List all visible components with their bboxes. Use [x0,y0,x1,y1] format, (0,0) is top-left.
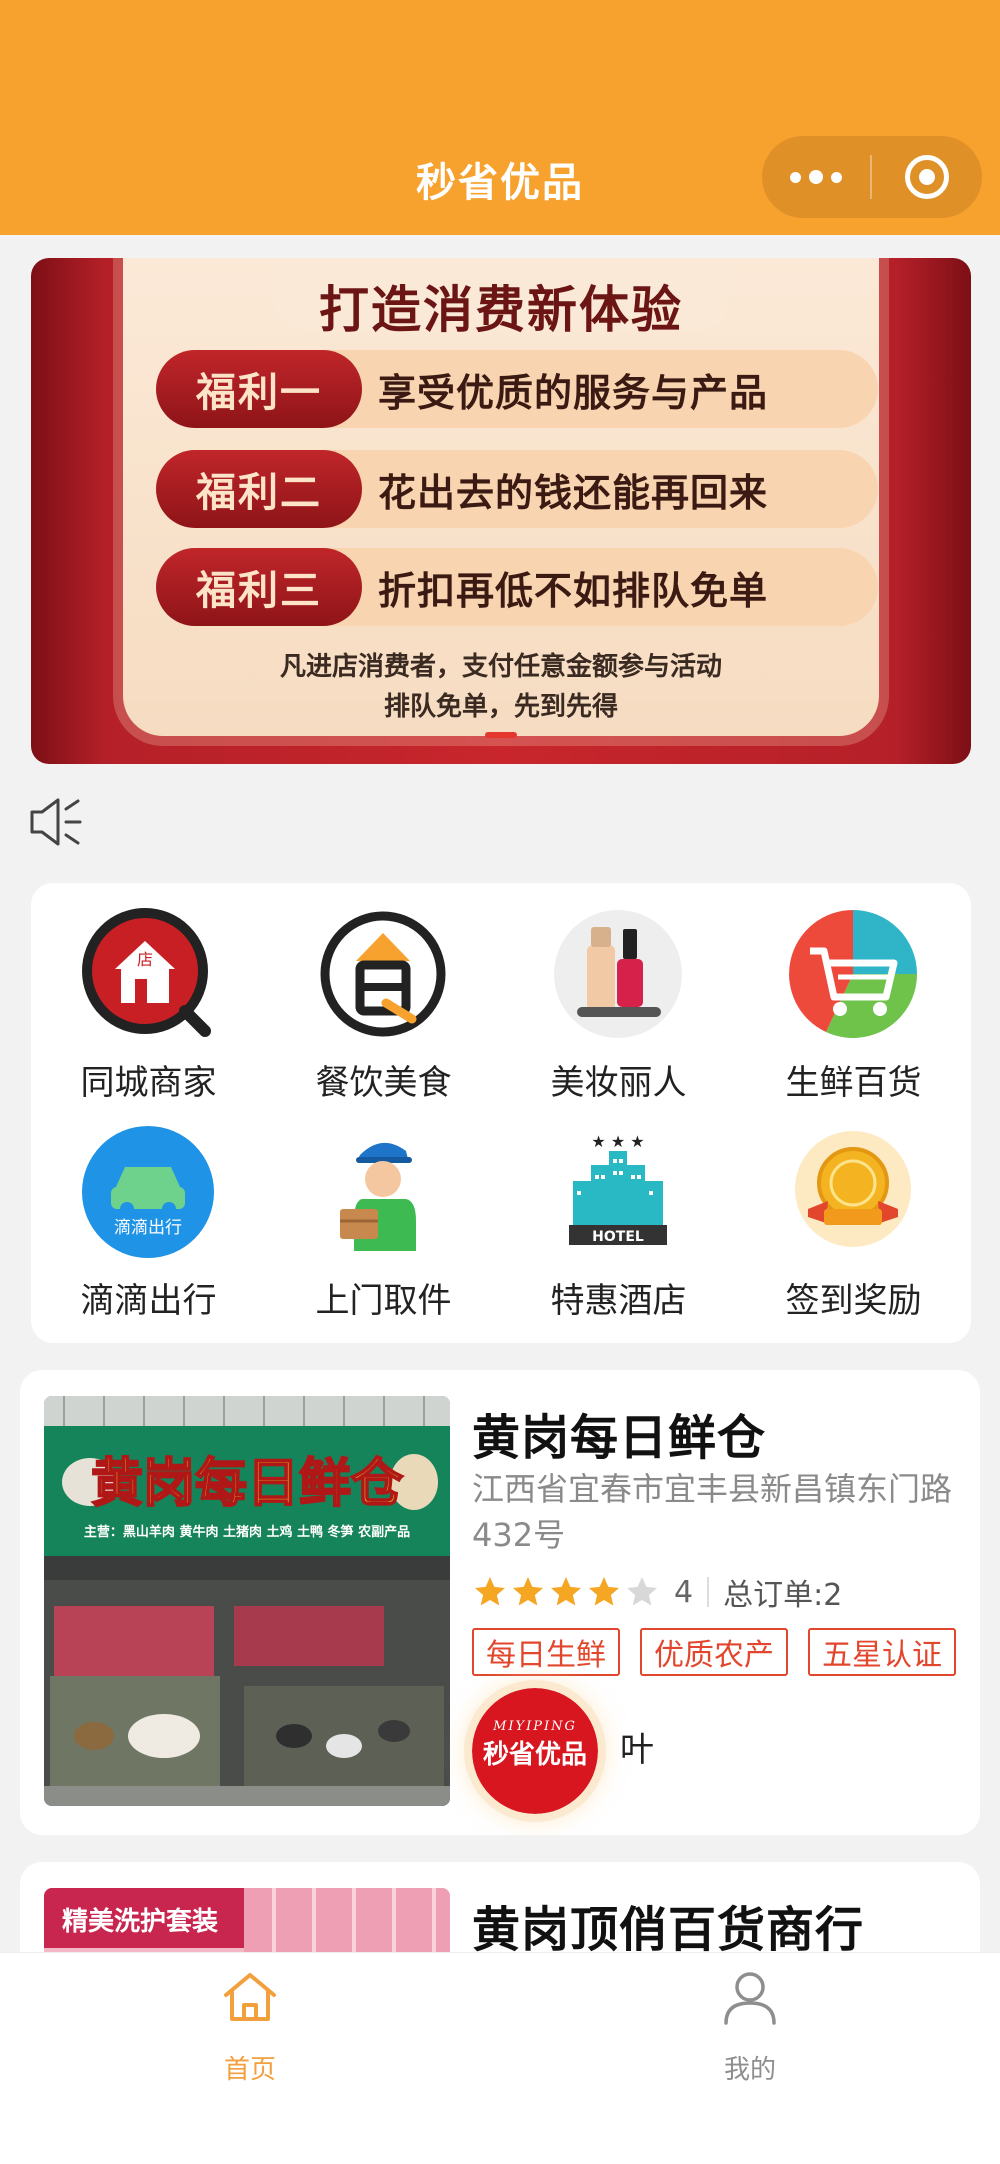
svg-text:黄岗每日鲜仓: 黄岗每日鲜仓 [91,1454,404,1514]
category-food[interactable]: 餐饮美食 [266,883,501,1103]
order-count: 总订单:2 [723,1578,843,1613]
carousel-indicator[interactable] [485,732,517,738]
category-label: 同城商家 [80,1063,217,1103]
reward-medal-icon [795,1131,911,1247]
perk-label: 福利一 [156,350,362,428]
owner-avatar: MIYIPING 秒省优品 [472,1688,598,1814]
category-hotel[interactable]: ★ ★ ★ HOTEL 特惠酒店 [501,1101,736,1321]
category-local-store[interactable]: 店 同城商家 [31,883,266,1103]
store-rating: 4 总订单:2 [472,1570,842,1614]
tab-mine[interactable]: 我的 [650,1967,850,2097]
nav-header: 秒省优品 [0,0,1000,235]
category-checkin-reward[interactable]: 签到奖励 [736,1101,971,1321]
speaker-icon[interactable] [28,795,84,849]
svg-text:店: 店 [137,950,153,969]
tab-home[interactable]: 首页 [150,1967,350,2097]
shopping-cart-icon [789,910,917,1038]
category-label: 滴滴出行 [80,1281,217,1321]
banner-note-2: 排队免单，先到先得 [383,692,618,722]
svg-text:秒省优品: 秒省优品 [483,1740,587,1770]
store-name[interactable]: 黄岗顶俏百货商行 [472,1890,864,1960]
category-label: 特惠酒店 [550,1281,687,1321]
category-label: 生鲜百货 [785,1063,922,1103]
cosmetics-icon [554,910,682,1038]
perk-3: 福利三 折扣再低不如排队免单 [156,548,878,626]
store-tag: 五星认证 [808,1628,956,1676]
target-circle-icon[interactable] [872,155,982,199]
svg-text:精美洗护套装: 精美洗护套装 [62,1906,218,1937]
category-label: 上门取件 [315,1281,452,1321]
rating-value: 4 [674,1574,694,1610]
perk-label: 福利二 [156,450,362,528]
promo-banner[interactable]: 打造消费新体验 福利一 享受优质的服务与产品 福利二 花出去的钱还能再回来 福利… [31,258,971,764]
mini-program-capsule [762,136,982,218]
store-tags: 每日生鲜 优质农产 五星认证 [472,1628,956,1676]
store-name[interactable]: 黄岗每日鲜仓 [472,1398,766,1468]
star-filled-icon [551,1577,581,1606]
perk-label: 福利三 [156,548,362,626]
store-address: 江西省宜春市宜丰县新昌镇东门路432号 [472,1470,953,1554]
courier-icon [340,1142,416,1251]
svg-text:★ ★ ★: ★ ★ ★ [591,1132,644,1151]
category-fresh-goods[interactable]: 生鲜百货 [736,883,971,1103]
perk-2: 福利二 花出去的钱还能再回来 [156,450,878,528]
store-tag: 优质农产 [640,1628,788,1676]
svg-text:MIYIPING: MIYIPING [492,1719,577,1734]
category-pickup[interactable]: 上门取件 [266,1101,501,1321]
star-filled-icon [475,1577,505,1606]
perk-text: 花出去的钱还能再回来 [378,470,769,515]
store-photo[interactable]: 黄岗每日鲜仓 主营：黑山羊肉 黄牛肉 土猪肉 土鸡 土鸭 冬笋 农副产品 [44,1396,450,1806]
category-label: 美妆丽人 [550,1063,687,1103]
category-grid: 店 同城商家 餐饮美食 美妆丽人 生鲜百货 滴滴出行 滴滴出行 上门取件 ★ ★… [31,883,971,1343]
star-filled-icon [589,1577,619,1606]
star-empty-icon [627,1577,657,1606]
store-tag: 每日生鲜 [472,1628,620,1676]
star-filled-icon [513,1577,543,1606]
local-store-icon: 店 [82,908,211,1037]
bottom-tab-bar: 首页 我的 [0,1952,1000,2164]
perk-text: 折扣再低不如排队免单 [378,568,769,613]
svg-text:HOTEL: HOTEL [592,1229,644,1245]
perk-1: 福利一 享受优质的服务与产品 [156,350,878,428]
tab-label: 我的 [723,2055,776,2085]
banner-note-1: 凡进店消费者，支付任意金额参与活动 [279,652,722,682]
banner-title: 打造消费新体验 [319,281,683,339]
category-cosmetics[interactable]: 美妆丽人 [501,883,736,1103]
svg-text:滴滴出行: 滴滴出行 [114,1218,182,1238]
category-didi[interactable]: 滴滴出行 滴滴出行 [31,1101,266,1321]
owner-name: 叶 [620,1730,654,1770]
store-card[interactable]: 黄岗每日鲜仓 主营：黑山羊肉 黄牛肉 土猪肉 土鸡 土鸭 冬笋 农副产品 黄岗每… [20,1370,980,1835]
svg-text:主营：黑山羊肉 黄牛肉 土猪肉 土鸡 土鸭 冬笋 农副产品: 主营：黑山羊肉 黄牛肉 土猪肉 土鸡 土鸭 冬笋 农副产品 [84,1524,410,1540]
hotel-icon: ★ ★ ★ HOTEL [569,1132,667,1245]
rating-divider [707,1577,710,1607]
perk-text: 享受优质的服务与产品 [378,370,769,415]
food-icon [320,911,446,1037]
user-icon [724,1972,776,2025]
more-dots-icon[interactable] [762,136,870,218]
home-icon [224,1973,276,2021]
category-label: 签到奖励 [785,1281,922,1321]
rating-stars [472,1574,660,1610]
category-label: 餐饮美食 [315,1063,452,1103]
tab-label: 首页 [223,2055,276,2085]
car-icon: 滴滴出行 [82,1126,214,1258]
